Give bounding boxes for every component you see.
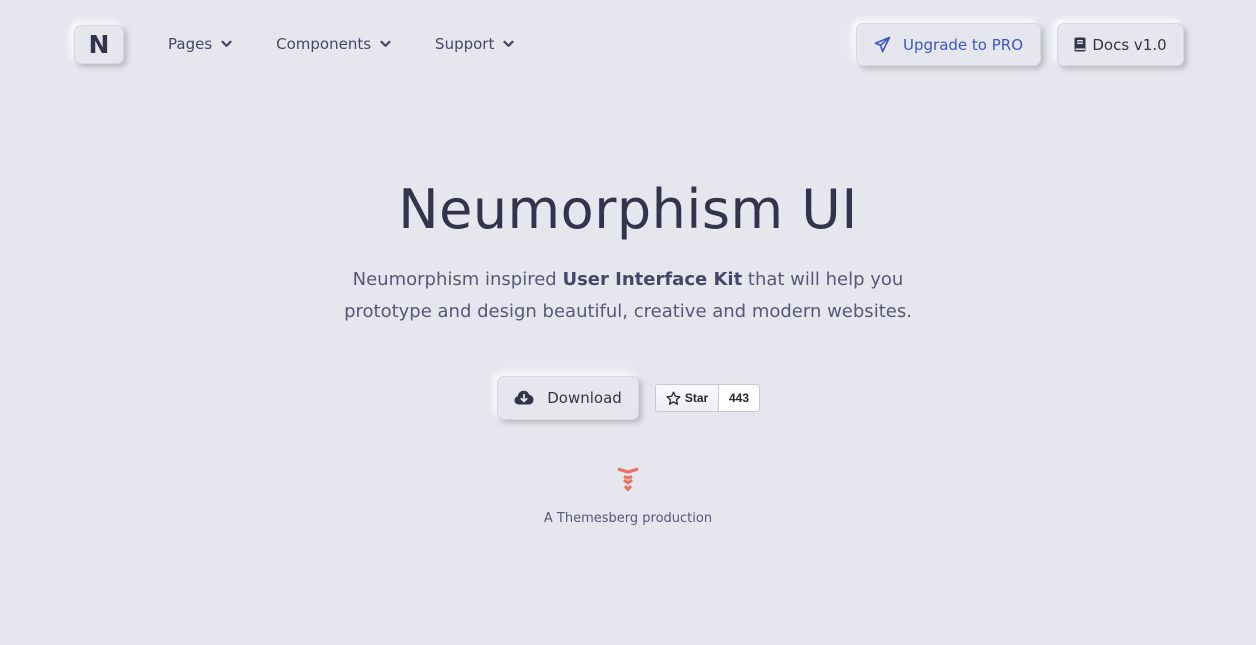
- cloud-download-icon: [514, 390, 534, 406]
- nav-menu: Pages Components Support: [168, 33, 558, 55]
- chevron-down-icon: [503, 40, 514, 48]
- themesberg-logo-icon[interactable]: [617, 467, 639, 493]
- nav-item-label: Components: [276, 35, 372, 53]
- hero-title: Neumorphism UI: [398, 178, 858, 241]
- chevron-down-icon: [221, 40, 232, 48]
- credit-text: A Themesberg production: [543, 511, 713, 526]
- github-star-widget: Star 443: [655, 384, 760, 412]
- page: N Pages Components Support Upgrade to PR…: [0, 0, 1256, 645]
- hero-subtitle-text: Neumorphism inspired: [352, 269, 563, 290]
- hero-subtitle: Neumorphism inspired User Interface Kit …: [328, 264, 928, 328]
- paper-plane-icon: [874, 36, 891, 53]
- nav-item-pages[interactable]: Pages: [168, 33, 232, 55]
- hero-subtitle-highlight: User Interface Kit: [562, 269, 743, 290]
- docs-button[interactable]: Docs v1.0: [1057, 23, 1184, 66]
- chevron-down-icon: [380, 40, 391, 48]
- github-star-label: Star: [684, 391, 709, 405]
- github-star-button[interactable]: Star: [655, 384, 719, 412]
- upgrade-to-pro-button[interactable]: Upgrade to PRO: [856, 23, 1041, 66]
- docs-label: Docs v1.0: [1092, 35, 1167, 54]
- nav-item-label: Pages: [168, 35, 213, 53]
- download-label: Download: [547, 389, 622, 407]
- book-icon: [1074, 37, 1086, 52]
- brand-logo-button[interactable]: N: [74, 25, 124, 64]
- nav-item-components[interactable]: Components: [276, 33, 391, 55]
- upgrade-label: Upgrade to PRO: [903, 35, 1023, 54]
- brand-logo-letter: N: [88, 30, 110, 59]
- nav-item-label: Support: [435, 35, 495, 53]
- github-star-count[interactable]: 443: [719, 384, 760, 412]
- star-outline-icon: [666, 390, 681, 406]
- nav-item-support[interactable]: Support: [435, 33, 514, 55]
- download-button[interactable]: Download: [497, 376, 639, 420]
